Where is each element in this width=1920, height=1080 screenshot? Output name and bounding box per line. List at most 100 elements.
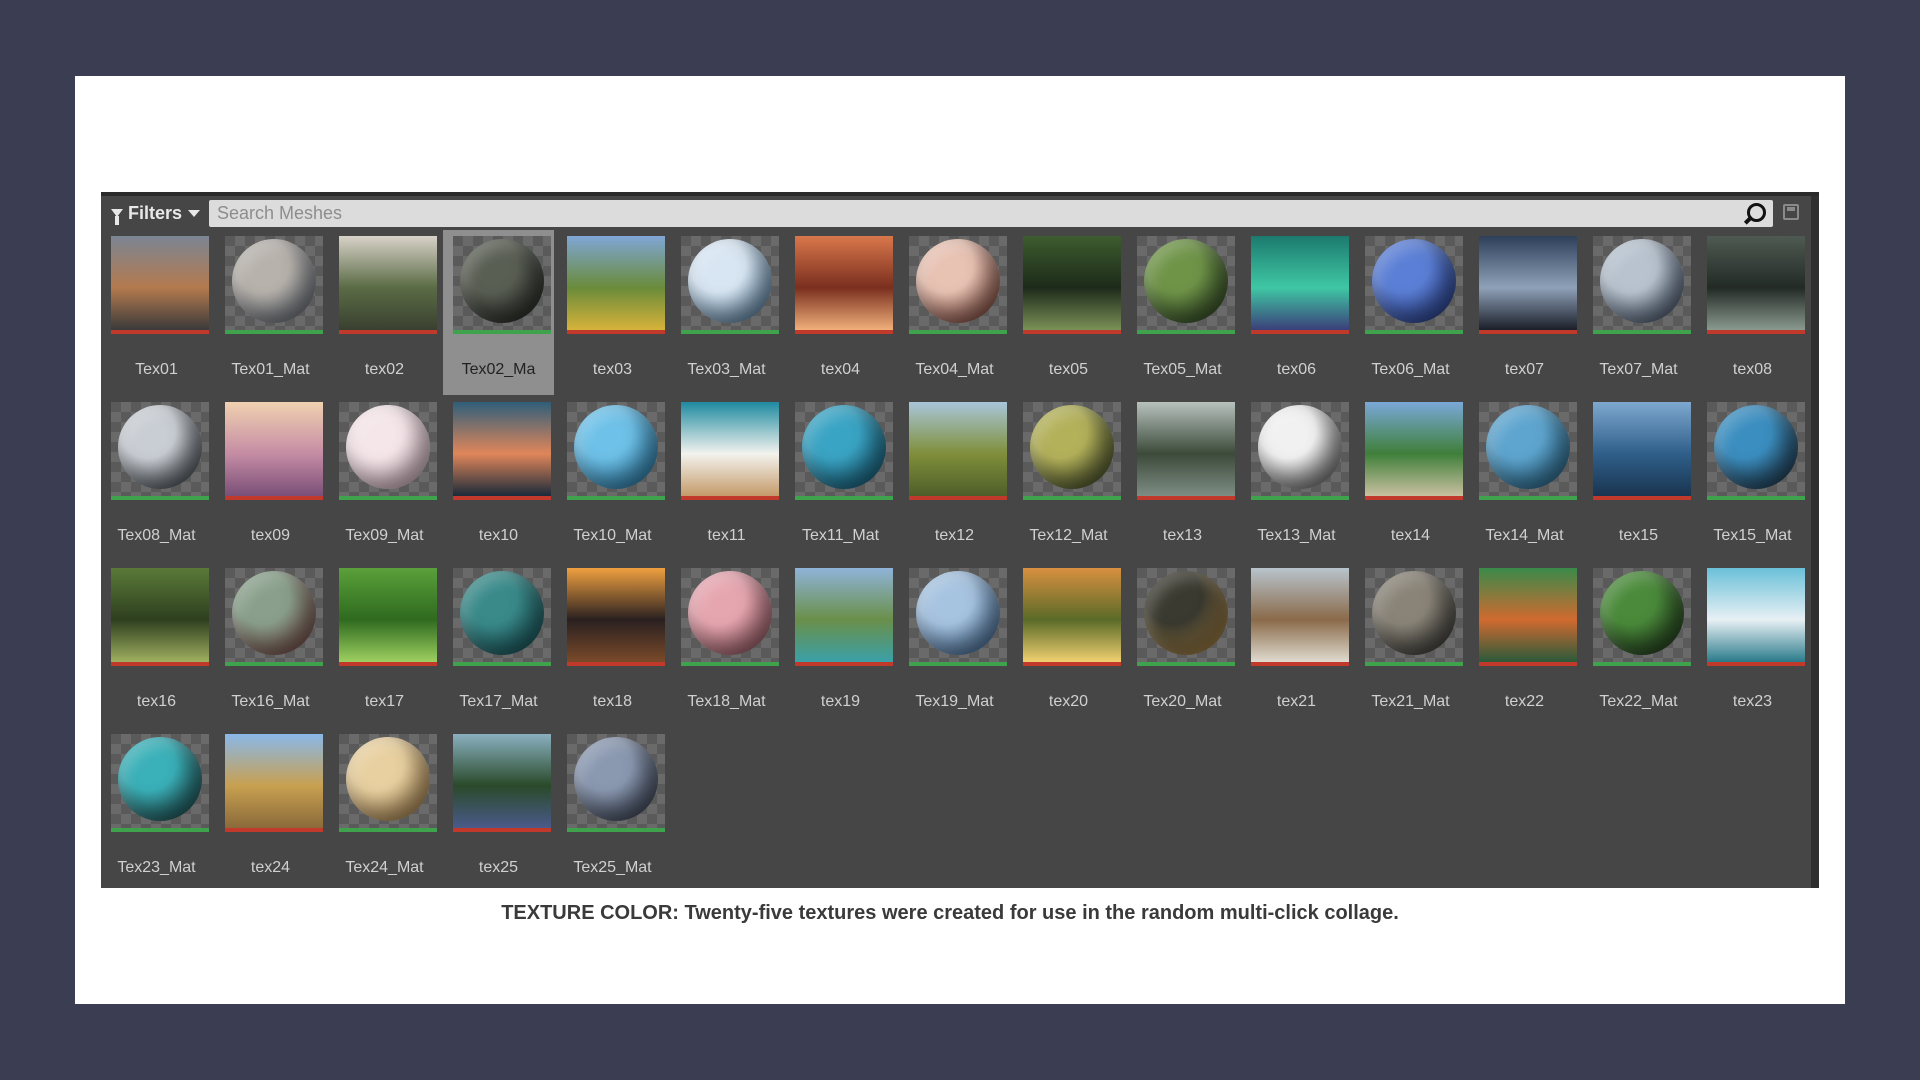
asset-tile[interactable]: tex21 xyxy=(1241,562,1352,727)
asset-tile[interactable]: Tex17_Mat xyxy=(443,562,554,727)
asset-tile[interactable]: tex18 xyxy=(557,562,668,727)
texture-thumbnail xyxy=(225,402,323,500)
asset-tile[interactable]: Tex13_Mat xyxy=(1241,396,1352,561)
texture-type-bar xyxy=(111,330,209,334)
asset-tile[interactable]: tex25 xyxy=(443,728,554,893)
asset-tile[interactable]: tex24 xyxy=(215,728,326,893)
asset-tile[interactable]: tex17 xyxy=(329,562,440,727)
asset-label: Tex11_Mat xyxy=(801,527,880,544)
asset-tile[interactable]: Tex20_Mat xyxy=(1127,562,1238,727)
texture-type-bar xyxy=(1023,330,1121,334)
material-preview-sphere xyxy=(688,571,772,655)
asset-tile[interactable]: tex06 xyxy=(1241,230,1352,395)
texture-type-bar xyxy=(339,662,437,666)
asset-tile[interactable]: tex10 xyxy=(443,396,554,561)
asset-tile[interactable]: Tex23_Mat xyxy=(101,728,212,893)
texture-preview-image xyxy=(1479,568,1577,662)
vertical-scrollbar[interactable] xyxy=(1811,196,1819,888)
asset-tile[interactable]: Tex01_Mat xyxy=(215,230,326,395)
asset-tile[interactable]: Tex15_Mat xyxy=(1697,396,1808,561)
texture-preview-image xyxy=(339,236,437,330)
asset-label: tex07 xyxy=(1504,361,1545,378)
material-sphere-thumbnail xyxy=(453,236,551,334)
asset-tile[interactable]: Tex09_Mat xyxy=(329,396,440,561)
asset-tile[interactable]: tex11 xyxy=(671,396,782,561)
texture-preview-image xyxy=(1365,402,1463,496)
material-preview-sphere xyxy=(574,405,658,489)
asset-label: tex15 xyxy=(1618,527,1659,544)
asset-tile[interactable]: tex02 xyxy=(329,230,440,395)
asset-tile[interactable]: Tex14_Mat xyxy=(1469,396,1580,561)
asset-label: tex24 xyxy=(250,859,291,876)
texture-type-bar xyxy=(1479,330,1577,334)
asset-label: tex21 xyxy=(1276,693,1317,710)
material-preview-sphere xyxy=(232,239,316,323)
asset-tile[interactable]: Tex18_Mat xyxy=(671,562,782,727)
asset-tile[interactable]: tex16 xyxy=(101,562,212,727)
texture-preview-image xyxy=(339,568,437,662)
asset-tile[interactable]: tex19 xyxy=(785,562,896,727)
asset-tile[interactable]: tex03 xyxy=(557,230,668,395)
asset-tile[interactable]: Tex11_Mat xyxy=(785,396,896,561)
material-type-bar xyxy=(1479,496,1577,500)
asset-tile[interactable]: Tex01 xyxy=(101,230,212,395)
texture-thumbnail xyxy=(567,236,665,334)
material-preview-sphere xyxy=(346,405,430,489)
asset-tile[interactable]: Tex02_Ma xyxy=(443,230,554,395)
asset-tile[interactable]: Tex22_Mat xyxy=(1583,562,1694,727)
material-preview-sphere xyxy=(574,737,658,821)
asset-tile[interactable]: Tex05_Mat xyxy=(1127,230,1238,395)
asset-tile[interactable]: tex14 xyxy=(1355,396,1466,561)
asset-label: Tex10_Mat xyxy=(573,527,652,544)
filters-button[interactable]: Filters xyxy=(111,201,201,225)
texture-thumbnail xyxy=(111,236,209,334)
material-sphere-thumbnail xyxy=(1365,568,1463,666)
asset-tile[interactable]: tex09 xyxy=(215,396,326,561)
material-preview-sphere xyxy=(1144,571,1228,655)
asset-label: Tex20_Mat xyxy=(1143,693,1222,710)
asset-tile[interactable]: Tex19_Mat xyxy=(899,562,1010,727)
material-type-bar xyxy=(453,330,551,334)
texture-type-bar xyxy=(795,662,893,666)
asset-tile[interactable]: tex20 xyxy=(1013,562,1124,727)
asset-tile[interactable]: Tex04_Mat xyxy=(899,230,1010,395)
search-input[interactable] xyxy=(209,202,1741,225)
asset-tile[interactable]: tex15 xyxy=(1583,396,1694,561)
material-sphere-thumbnail xyxy=(339,734,437,832)
material-preview-sphere xyxy=(346,737,430,821)
texture-thumbnail xyxy=(567,568,665,666)
texture-thumbnail xyxy=(453,734,551,832)
material-sphere-thumbnail xyxy=(225,236,323,334)
search-icon[interactable] xyxy=(1741,201,1767,227)
texture-preview-image xyxy=(1023,236,1121,330)
save-search-icon[interactable] xyxy=(1783,204,1799,220)
asset-tile[interactable]: Tex25_Mat xyxy=(557,728,668,893)
material-type-bar xyxy=(1593,330,1691,334)
asset-tile[interactable]: tex08 xyxy=(1697,230,1808,395)
texture-type-bar xyxy=(1593,496,1691,500)
asset-tile[interactable]: Tex03_Mat xyxy=(671,230,782,395)
asset-tile[interactable]: tex07 xyxy=(1469,230,1580,395)
asset-tile[interactable]: Tex07_Mat xyxy=(1583,230,1694,395)
asset-tile[interactable]: tex05 xyxy=(1013,230,1124,395)
asset-tile[interactable]: Tex06_Mat xyxy=(1355,230,1466,395)
asset-tile[interactable]: Tex10_Mat xyxy=(557,396,668,561)
texture-thumbnail xyxy=(1023,568,1121,666)
asset-tile[interactable]: tex23 xyxy=(1697,562,1808,727)
material-preview-sphere xyxy=(1372,571,1456,655)
asset-tile[interactable]: Tex12_Mat xyxy=(1013,396,1124,561)
material-sphere-thumbnail xyxy=(567,734,665,832)
asset-tile[interactable]: Tex16_Mat xyxy=(215,562,326,727)
asset-tile[interactable]: Tex24_Mat xyxy=(329,728,440,893)
asset-tile[interactable]: tex13 xyxy=(1127,396,1238,561)
asset-tile[interactable]: tex04 xyxy=(785,230,896,395)
material-sphere-thumbnail xyxy=(909,236,1007,334)
asset-tile[interactable]: tex22 xyxy=(1469,562,1580,727)
material-sphere-thumbnail xyxy=(1137,236,1235,334)
texture-thumbnail xyxy=(1479,236,1577,334)
texture-type-bar xyxy=(225,828,323,832)
material-preview-sphere xyxy=(1600,239,1684,323)
asset-tile[interactable]: Tex21_Mat xyxy=(1355,562,1466,727)
asset-tile[interactable]: tex12 xyxy=(899,396,1010,561)
asset-tile[interactable]: Tex08_Mat xyxy=(101,396,212,561)
